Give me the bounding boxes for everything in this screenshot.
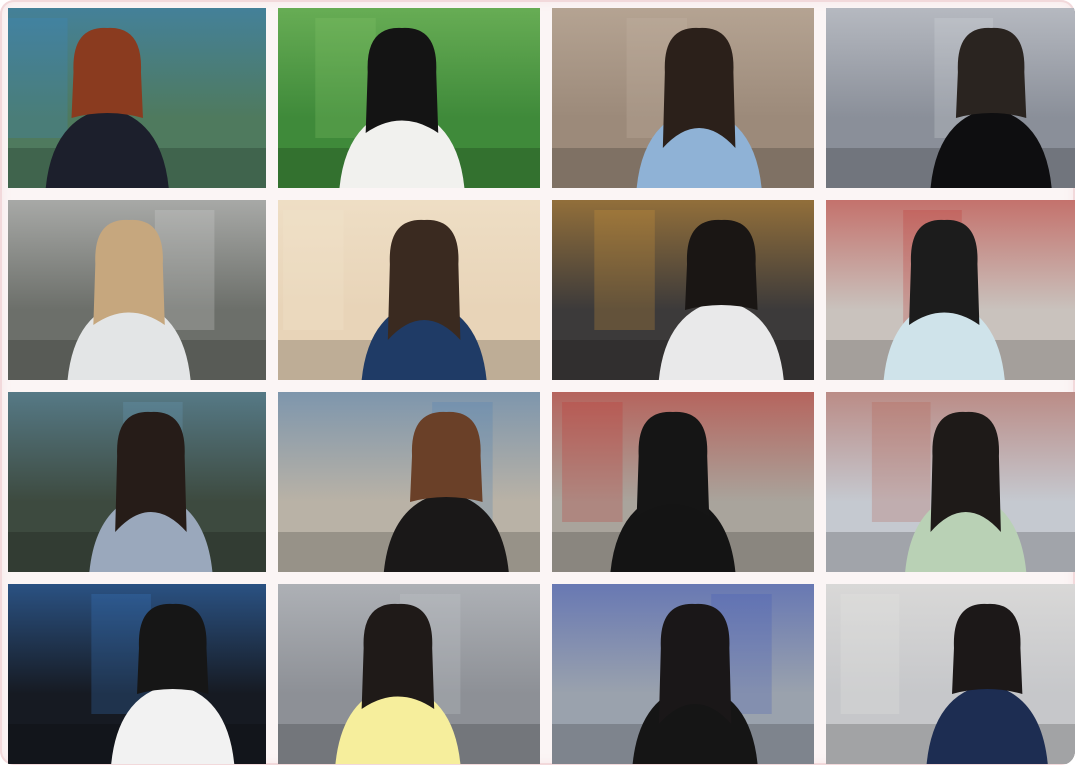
photo-tile-r2c1 [8, 200, 266, 380]
photo-tile-r1c3 [552, 8, 814, 188]
photo-grid [8, 8, 1075, 764]
photo-tile-r3c2 [278, 392, 540, 572]
photo-woman-rooftop-scarf [826, 392, 1075, 572]
photo-woman-street-black-shirt [278, 392, 540, 572]
photo-woman-elevator-selfie-yellow [278, 584, 540, 764]
photo-tile-r1c4 [826, 8, 1075, 188]
photo-tile-r2c3 [552, 200, 814, 380]
photo-tile-r3c4 [826, 392, 1075, 572]
photo-tile-r2c4 [826, 200, 1075, 380]
photo-tile-r1c1 [8, 8, 266, 188]
photo-tile-r1c2 [278, 8, 540, 188]
photo-woman-short-hair-dark [8, 584, 266, 764]
photo-woman-elevator-selfie-black [552, 584, 814, 764]
photo-woman-ponytail-street [8, 200, 266, 380]
photo-tile-r2c2 [278, 200, 540, 380]
photo-woman-hair-clip-cafe [8, 392, 266, 572]
photo-tile-r4c2 [278, 584, 540, 764]
photo-tile-r4c3 [552, 584, 814, 764]
photo-tile-r4c4 [826, 584, 1075, 764]
photo-woman-bicycle [552, 392, 814, 572]
collage-frame [0, 0, 1075, 765]
photo-woman-long-hair-night-street [552, 200, 814, 380]
photo-tile-r3c3 [552, 392, 814, 572]
photo-woman-mirror-selfie-black-top [826, 8, 1075, 188]
photo-woman-curly-hair-garden [278, 8, 540, 188]
photo-woman-back-red-hair [8, 8, 266, 188]
photo-tile-r4c1 [8, 584, 266, 764]
photo-woman-sunglasses-mirror [278, 200, 540, 380]
photo-woman-mirror-selfie-jeans [826, 584, 1075, 764]
photo-tile-r3c1 [8, 392, 266, 572]
photo-woman-brick-wall [552, 8, 814, 188]
photo-woman-poster-market [826, 200, 1075, 380]
